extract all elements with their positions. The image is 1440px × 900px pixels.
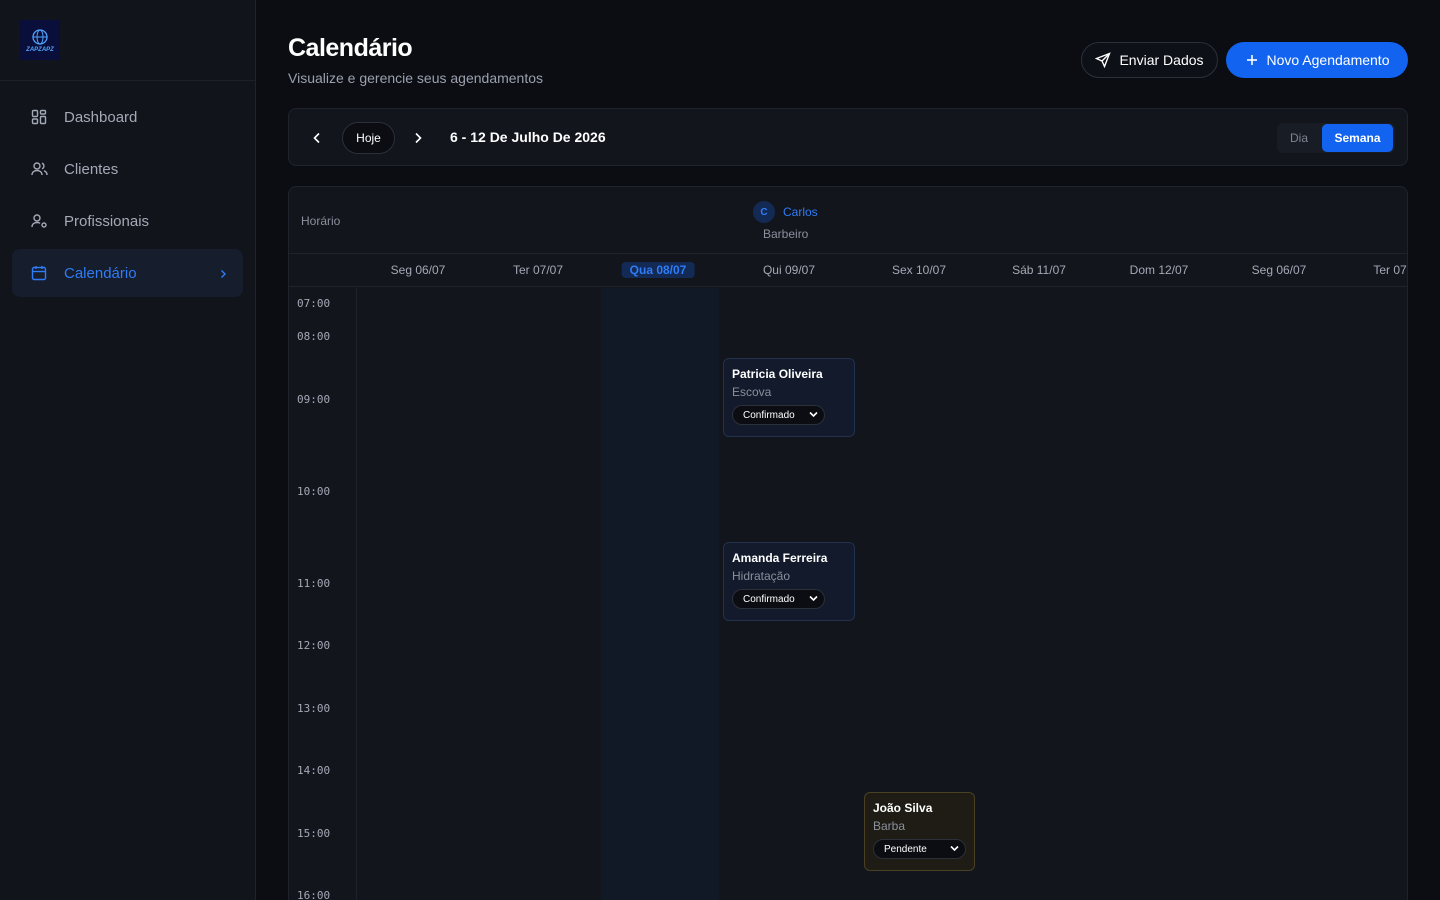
today-button[interactable]: Hoje [342, 122, 395, 154]
appointment-service: Escova [732, 385, 772, 399]
page-title: Calendário [288, 34, 413, 62]
time-column: 07:00 08:00 09:00 10:00 11:00 12:00 13:0… [289, 288, 357, 900]
appointment-card[interactable]: Amanda Ferreira Hidratação Confirmado [723, 542, 855, 621]
appointment-card[interactable]: João Silva Barba Pendente [864, 792, 975, 871]
status-value: Pendente [884, 843, 927, 855]
today-column-highlight [601, 288, 719, 900]
avatar: C [753, 201, 775, 223]
new-appointment-button[interactable]: Novo Agendamento [1226, 42, 1408, 78]
time-label: 14:00 [297, 764, 331, 777]
time-column-header: Horário [301, 214, 341, 228]
time-label: 08:00 [297, 330, 331, 343]
next-week-button[interactable] [408, 128, 428, 148]
appointment-card[interactable]: Patricia Oliveira Escova Confirmado [723, 358, 855, 437]
send-data-button[interactable]: Enviar Dados [1081, 42, 1218, 78]
status-value: Confirmado [743, 409, 795, 421]
time-label: 12:00 [297, 639, 331, 652]
sidebar-item-clientes[interactable]: Clientes [12, 145, 243, 193]
chevron-left-icon [313, 132, 320, 144]
time-label: 16:00 [297, 889, 331, 900]
time-label: 07:00 [297, 297, 331, 310]
grid-icon [30, 108, 48, 126]
appointment-client: Amanda Ferreira [732, 551, 828, 565]
prev-week-button[interactable] [307, 128, 327, 148]
sidebar-item-label: Clientes [64, 160, 119, 178]
appointment-service: Barba [873, 819, 906, 833]
user-cog-icon [30, 212, 48, 230]
status-select[interactable]: Confirmado [732, 589, 825, 609]
sidebar-item-label: Dashboard [64, 108, 138, 126]
time-label: 09:00 [297, 393, 331, 406]
plus-icon [1246, 55, 1257, 65]
view-day-button[interactable]: Dia [1277, 123, 1321, 153]
logo-area: ZAPZAPZ [0, 0, 255, 81]
time-label: 11:00 [297, 577, 331, 590]
status-select[interactable]: Confirmado [732, 405, 825, 425]
page-subtitle: Visualize e gerencie seus agendamentos [288, 70, 544, 86]
sidebar-item-profissionais[interactable]: Profissionais [12, 197, 243, 245]
logo-globe-icon [32, 28, 48, 45]
days-header-row: Seg 06/07 Ter 07/07 Qua 08/07 Qui 09/07 … [289, 254, 1407, 287]
sidebar-item-label: Calendário [64, 264, 137, 282]
day-header: Sáb 11/07 [1012, 263, 1066, 277]
time-grid: 07:00 08:00 09:00 10:00 11:00 12:00 13:0… [289, 288, 1407, 900]
view-week-button[interactable]: Semana [1322, 124, 1393, 152]
new-appointment-label: Novo Agendamento [1266, 52, 1390, 68]
logo-text: ZAPZAPZ [26, 46, 54, 53]
send-icon [1095, 52, 1112, 68]
appointment-client: João Silva [873, 801, 933, 815]
calendar-header: Horário C Carlos Barbeiro [289, 187, 1407, 254]
chevron-down-icon [809, 595, 818, 602]
chevron-down-icon [950, 845, 959, 852]
view-toggle: Dia Semana [1277, 123, 1395, 153]
appointment-client: Patricia Oliveira [732, 367, 823, 381]
appointment-service: Hidratação [732, 569, 791, 583]
professional-role: Barbeiro [763, 227, 809, 241]
calendar-icon [30, 264, 48, 282]
date-range-label: 6 - 12 De Julho De 2026 [450, 129, 606, 145]
professional-name: Carlos [783, 205, 818, 219]
sidebar-nav: Dashboard Clientes Profissionais Calendá… [12, 93, 243, 301]
users-icon [30, 160, 48, 178]
calendar-toolbar: Hoje 6 - 12 De Julho De 2026 Dia Semana [288, 108, 1408, 166]
day-header: Ter 07 [1373, 263, 1407, 277]
calendar-grid: Horário C Carlos Barbeiro Seg 06/07 Ter … [288, 186, 1408, 900]
send-data-label: Enviar Dados [1119, 52, 1204, 68]
day-header: Seg 06/07 [390, 263, 446, 277]
time-label: 13:00 [297, 702, 331, 715]
day-header: Qui 09/07 [762, 263, 816, 277]
day-header-today: Qua 08/07 [621, 262, 695, 278]
chevron-right-icon [219, 266, 227, 283]
sidebar-item-label: Profissionais [64, 212, 150, 230]
time-label: 10:00 [297, 485, 331, 498]
sidebar: ZAPZAPZ Dashboard Clientes Profissionais [0, 0, 256, 900]
app-logo[interactable]: ZAPZAPZ [20, 20, 60, 60]
chevron-down-icon [809, 411, 818, 418]
status-value: Confirmado [743, 593, 795, 605]
status-select[interactable]: Pendente [873, 839, 966, 859]
day-header: Seg 06/07 [1251, 263, 1307, 277]
sidebar-item-calendario[interactable]: Calendário [12, 249, 243, 297]
day-header: Sex 10/07 [891, 263, 947, 277]
time-label: 15:00 [297, 827, 331, 840]
day-header: Dom 12/07 [1129, 263, 1189, 277]
chevron-right-icon [415, 132, 422, 144]
day-header: Ter 07/07 [512, 263, 564, 277]
sidebar-item-dashboard[interactable]: Dashboard [12, 93, 243, 141]
